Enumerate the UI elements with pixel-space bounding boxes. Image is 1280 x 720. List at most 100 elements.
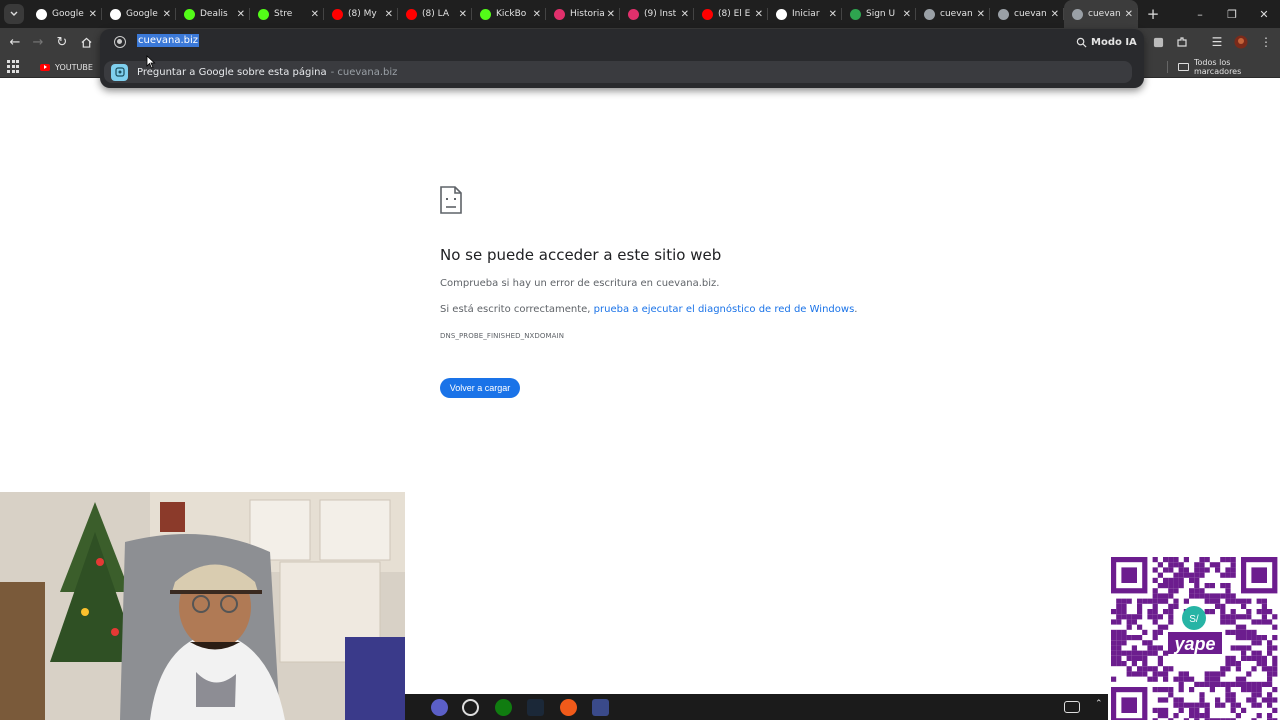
error-title: No se puede acceder a este sitio web [440, 246, 722, 264]
tab[interactable]: Google ✕ [102, 0, 176, 28]
back-icon[interactable]: ← [5, 32, 25, 52]
new-tab-button[interactable]: + [1142, 3, 1164, 25]
media-controls-icon[interactable]: ☰ [1207, 32, 1227, 52]
site-info-icon[interactable] [114, 36, 126, 48]
kick-icon [258, 8, 269, 20]
close-tab-icon[interactable]: ✕ [607, 9, 615, 20]
restore-icon[interactable]: ❐ [1216, 0, 1248, 28]
all-bookmarks-button[interactable]: Todos los marcadores [1178, 58, 1280, 76]
minimize-icon[interactable]: – [1184, 0, 1216, 28]
xbox-icon[interactable] [495, 699, 512, 716]
close-tab-icon[interactable]: ✕ [1125, 9, 1133, 20]
menu-dots-icon[interactable]: ⋮ [1256, 32, 1276, 52]
obs-icon[interactable] [462, 699, 479, 716]
folder-icon [1178, 63, 1189, 71]
close-tab-icon[interactable]: ✕ [977, 9, 985, 20]
tab[interactable]: Stre ✕ [250, 0, 324, 28]
error-code: DNS_PROBE_FINISHED_NXDOMAIN [440, 332, 565, 340]
tab-label: cuevan [1088, 9, 1121, 19]
youtube-icon [332, 8, 343, 20]
tray-chevron-icon[interactable]: ⌃ [1095, 699, 1107, 716]
tab-strip: Google ✕ Google ✕ Dealis ✕ Stre ✕ (8) My ✕ (8) LA ✕… [0, 0, 1280, 28]
error-suggestion-2-prefix: Si está escrito correctamente, [440, 304, 594, 315]
close-tab-icon[interactable]: ✕ [459, 9, 467, 20]
close-tab-icon[interactable]: ✕ [829, 9, 837, 20]
tab-search-button[interactable] [4, 4, 24, 24]
window-controls: – ❐ ✕ [1184, 0, 1280, 28]
youtube-icon [40, 63, 50, 71]
close-tab-icon[interactable]: ✕ [903, 9, 911, 20]
ea-icon[interactable] [560, 699, 577, 716]
kickbot-icon [480, 8, 491, 20]
close-tab-icon[interactable]: ✕ [755, 9, 763, 20]
reload-button[interactable]: Volver a cargar [440, 378, 520, 398]
tab[interactable]: Historia ✕ [546, 0, 620, 28]
tab[interactable]: Dealis ✕ [176, 0, 250, 28]
tab-label: Sign U [866, 9, 896, 19]
tab-label: Iniciar [792, 9, 820, 19]
tab[interactable]: Google ✕ [28, 0, 102, 28]
tab[interactable]: (9) Inst ✕ [620, 0, 694, 28]
signup-icon [850, 8, 861, 20]
broken-page-icon [440, 186, 462, 214]
qr-badge: S/ [1189, 614, 1199, 625]
reload-icon[interactable]: ↻ [52, 32, 72, 52]
tab-label: Google [126, 9, 158, 19]
omnibox-suggestion[interactable]: Preguntar a Google sobre esta página - c… [104, 61, 1132, 83]
mouse-cursor-icon [146, 55, 156, 69]
apps-grid-icon[interactable] [7, 60, 20, 73]
tab-label: (8) My [348, 9, 377, 19]
youtube-icon [702, 8, 713, 20]
instagram-icon [554, 8, 565, 20]
messenger-icon[interactable] [431, 699, 448, 716]
tab-label: KickBo [496, 9, 527, 19]
modo-ia-button[interactable]: Modo IA [1076, 32, 1137, 52]
github-icon [776, 8, 787, 20]
yape-logo: yape [1173, 634, 1215, 654]
extension-icon[interactable] [1148, 32, 1168, 52]
steam-icon[interactable] [527, 699, 544, 716]
tab[interactable]: cuevan ✕ [1064, 0, 1138, 28]
tab[interactable]: KickBo ✕ [472, 0, 546, 28]
tab[interactable]: Sign U ✕ [842, 0, 916, 28]
news-widget-icon[interactable] [1064, 701, 1080, 713]
suggestion-label: Preguntar a Google sobre esta página [137, 66, 327, 78]
profile-avatar[interactable] [1231, 32, 1251, 52]
close-tab-icon[interactable]: ✕ [163, 9, 171, 20]
close-tab-icon[interactable]: ✕ [311, 9, 319, 20]
tab[interactable]: (8) My ✕ [324, 0, 398, 28]
tab-label: (9) Inst [644, 9, 677, 19]
webcam-image [0, 492, 405, 720]
bookmark-youtube[interactable]: YOUTUBE [40, 59, 93, 75]
puzzle-icon[interactable] [1172, 32, 1192, 52]
close-tab-icon[interactable]: ✕ [1051, 9, 1059, 20]
webcam-overlay [0, 492, 405, 720]
tab[interactable]: cuevan ✕ [990, 0, 1064, 28]
close-tab-icon[interactable]: ✕ [237, 9, 245, 20]
close-tab-icon[interactable]: ✕ [681, 9, 689, 20]
close-tab-icon[interactable]: ✕ [89, 9, 97, 20]
forward-icon[interactable]: → [28, 32, 48, 52]
close-window-icon[interactable]: ✕ [1248, 0, 1280, 28]
address-input[interactable]: cuevana.biz [137, 34, 200, 47]
globe-icon [1072, 8, 1083, 20]
tab[interactable]: (8) El E ✕ [694, 0, 768, 28]
kick-icon [184, 8, 195, 20]
tab[interactable]: Iniciar ✕ [768, 0, 842, 28]
close-tab-icon[interactable]: ✕ [385, 9, 393, 20]
google-lens-icon [111, 63, 128, 81]
tab-label: cuevan [1014, 9, 1047, 19]
modo-ia-label: Modo IA [1091, 36, 1137, 48]
bookmarks-divider [1167, 61, 1168, 73]
bookmark-youtube-label: YOUTUBE [55, 62, 93, 72]
tab-label: Google [52, 9, 84, 19]
tab[interactable]: cuevan ✕ [916, 0, 990, 28]
google-icon [110, 8, 121, 20]
yape-qr-code: S/yape [1108, 554, 1280, 720]
app-icon[interactable] [592, 699, 609, 716]
close-tab-icon[interactable]: ✕ [533, 9, 541, 20]
home-icon[interactable] [76, 32, 96, 52]
search-sparkle-icon [1076, 37, 1087, 48]
tab[interactable]: (8) LA ✕ [398, 0, 472, 28]
network-diagnostics-link[interactable]: prueba a ejecutar el diagnóstico de red … [594, 304, 855, 315]
